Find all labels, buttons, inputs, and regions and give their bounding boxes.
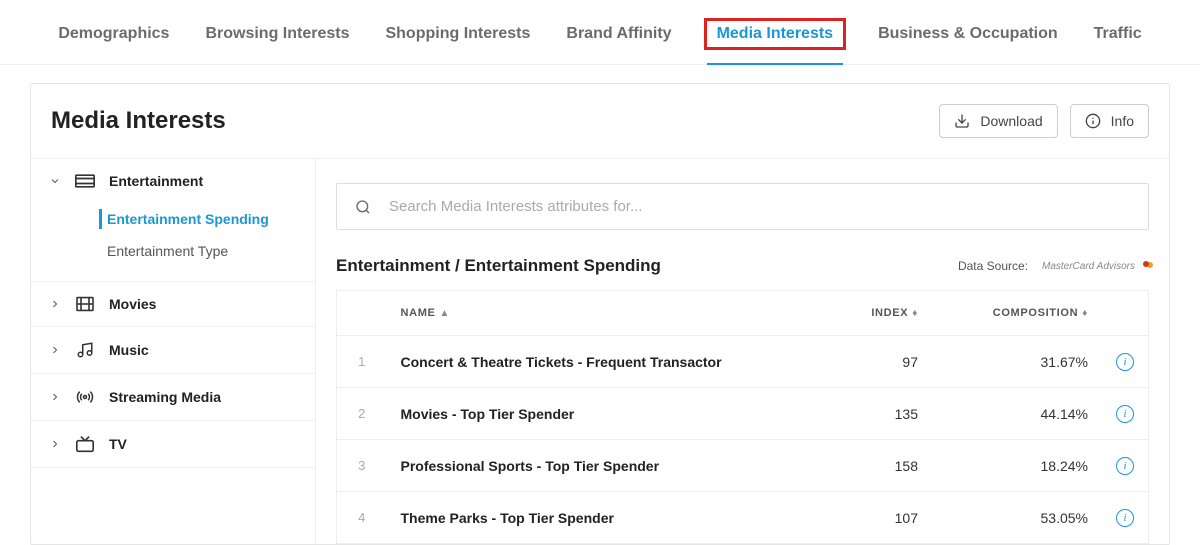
music-icon [75,341,95,359]
row-index: 97 [812,336,932,388]
sidebar-item-music[interactable]: Music [31,327,315,373]
tab-brand-affinity[interactable]: Brand Affinity [562,19,675,49]
sidebar-item-streaming-media[interactable]: Streaming Media [31,374,315,420]
chevron-right-icon [49,298,61,310]
row-name: Movies - Top Tier Spender [387,388,813,440]
chevron-right-icon [49,438,61,450]
row-composition: 53.05% [932,492,1102,544]
chevron-right-icon [49,344,61,356]
sidebar-item-label: TV [109,436,127,452]
top-navigation: Demographics Browsing Interests Shopping… [0,0,1200,65]
sidebar-item-label: Entertainment [109,173,203,189]
table-row: 2Movies - Top Tier Spender13544.14% i [337,388,1149,440]
media-interests-card: Media Interests Download Info [30,83,1170,545]
datasource-label: Data Source: [958,259,1028,273]
row-info-icon[interactable]: i [1116,405,1134,423]
download-icon [954,113,970,129]
table-row: 3Professional Sports - Top Tier Spender1… [337,440,1149,492]
search-wrapper [336,183,1149,230]
tab-browsing-interests[interactable]: Browsing Interests [201,19,353,49]
tab-media-interests[interactable]: Media Interests [704,18,846,50]
sidebar-subitem-entertainment-spending[interactable]: Entertainment Spending [31,203,315,235]
sort-icon: ♦ [1082,308,1088,319]
info-icon [1085,113,1101,129]
breadcrumb: Entertainment / Entertainment Spending [336,256,661,276]
category-sidebar: Entertainment Entertainment Spending Ent… [31,159,316,544]
sidebar-subitem-entertainment-type[interactable]: Entertainment Type [31,235,315,267]
row-index: 158 [812,440,932,492]
table-row: 1Concert & Theatre Tickets - Frequent Tr… [337,336,1149,388]
sort-asc-icon: ▲ [440,308,451,319]
download-label: Download [980,113,1042,129]
chevron-right-icon [49,391,61,403]
row-composition: 31.67% [932,336,1102,388]
sidebar-item-label: Streaming Media [109,389,221,405]
main-content: Entertainment / Entertainment Spending D… [316,159,1169,544]
column-index[interactable]: INDEX♦ [812,291,932,336]
row-info-icon[interactable]: i [1116,457,1134,475]
row-number: 1 [337,336,387,388]
page-title: Media Interests [51,107,226,135]
datasource-name: MasterCard Advisors [1042,261,1149,272]
attributes-table: NAME▲ INDEX♦ COMPOSITION♦ 1Concert & The… [336,290,1149,544]
row-composition: 18.24% [932,440,1102,492]
tv-icon [75,435,95,453]
sidebar-item-entertainment[interactable]: Entertainment [31,159,315,203]
row-index: 135 [812,388,932,440]
search-icon [355,199,371,215]
row-number: 4 [337,492,387,544]
info-button[interactable]: Info [1070,104,1149,138]
sidebar-item-label: Music [109,342,149,358]
search-input[interactable] [389,198,1130,215]
column-composition[interactable]: COMPOSITION♦ [932,291,1102,336]
tab-business-occupation[interactable]: Business & Occupation [874,19,1062,49]
row-name: Concert & Theatre Tickets - Frequent Tra… [387,336,813,388]
row-number: 2 [337,388,387,440]
sidebar-item-tv[interactable]: TV [31,421,315,467]
download-button[interactable]: Download [939,104,1057,138]
table-row: 4Theme Parks - Top Tier Spender10753.05%… [337,492,1149,544]
row-index: 107 [812,492,932,544]
chevron-down-icon [49,175,61,187]
column-name[interactable]: NAME▲ [387,291,813,336]
tab-traffic[interactable]: Traffic [1090,19,1146,49]
sidebar-item-movies[interactable]: Movies [31,282,315,326]
entertainment-icon [75,174,95,188]
row-info-icon[interactable]: i [1116,353,1134,371]
info-label: Info [1111,113,1134,129]
row-name: Professional Sports - Top Tier Spender [387,440,813,492]
row-name: Theme Parks - Top Tier Spender [387,492,813,544]
row-composition: 44.14% [932,388,1102,440]
movies-icon [75,296,95,312]
row-info-icon[interactable]: i [1116,509,1134,527]
sidebar-item-label: Movies [109,296,156,312]
tab-demographics[interactable]: Demographics [54,19,173,49]
tab-shopping-interests[interactable]: Shopping Interests [381,19,534,49]
streaming-icon [75,388,95,406]
sort-icon: ♦ [912,308,918,319]
row-number: 3 [337,440,387,492]
